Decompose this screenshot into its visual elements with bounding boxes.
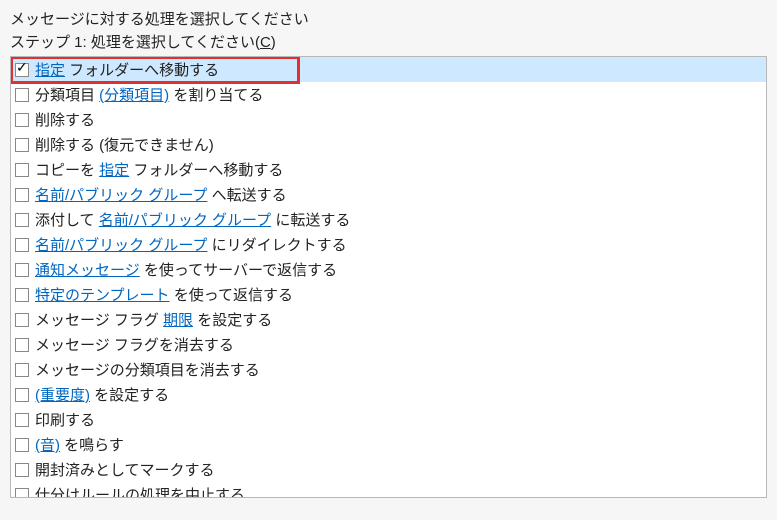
action-row[interactable]: 特定のテンプレート を使って返信する	[11, 282, 766, 307]
action-link-part[interactable]: 指定	[99, 162, 129, 179]
action-row[interactable]: メッセージの分類項目を消去する	[11, 357, 766, 382]
action-checkbox[interactable]	[15, 463, 29, 477]
action-label: 印刷する	[35, 409, 95, 430]
action-text-part: フォルダーへ移動する	[129, 162, 283, 179]
action-text-part: を使って返信する	[170, 287, 293, 304]
action-text-part: 分類項目	[35, 87, 99, 104]
step-prefix: ステップ 1: 処理を選択してください(	[10, 34, 260, 51]
action-checkbox[interactable]	[15, 163, 29, 177]
action-text-part: を鳴らす	[60, 437, 124, 454]
action-link-part[interactable]: (音)	[35, 437, 60, 454]
action-row[interactable]: 削除する (復元できません)	[11, 132, 766, 157]
action-checkbox[interactable]	[15, 213, 29, 227]
action-text-part: 開封済みとしてマークする	[35, 462, 215, 479]
action-link-part[interactable]: 名前/パブリック グループ	[35, 187, 207, 204]
action-row[interactable]: 指定 フォルダーへ移動する	[11, 57, 766, 82]
action-label: コピーを 指定 フォルダーへ移動する	[35, 159, 283, 180]
action-checkbox[interactable]	[15, 313, 29, 327]
step-accelerator: C	[260, 34, 271, 51]
action-checkbox[interactable]	[15, 438, 29, 452]
action-label: 添付して 名前/パブリック グループ に転送する	[35, 209, 350, 230]
step-suffix: )	[271, 34, 276, 51]
action-label: (音) を鳴らす	[35, 434, 124, 455]
action-text-part: を設定する	[193, 312, 272, 329]
action-link-part[interactable]: (分類項目)	[99, 87, 169, 104]
action-row[interactable]: 開封済みとしてマークする	[11, 457, 766, 482]
action-listbox[interactable]: 指定 フォルダーへ移動する分類項目 (分類項目) を割り当てる削除する削除する …	[10, 56, 767, 498]
action-row[interactable]: (重要度) を設定する	[11, 382, 766, 407]
action-label: メッセージ フラグを消去する	[35, 334, 234, 355]
action-text-part: に転送する	[271, 212, 350, 229]
action-text-part: 削除する	[35, 112, 95, 129]
action-row[interactable]: 削除する	[11, 107, 766, 132]
action-text-part: を割り当てる	[169, 87, 263, 104]
action-text-part: 印刷する	[35, 412, 95, 429]
action-label: 削除する	[35, 109, 95, 130]
action-label: 名前/パブリック グループ にリダイレクトする	[35, 234, 347, 255]
action-row[interactable]: メッセージ フラグを消去する	[11, 332, 766, 357]
action-row[interactable]: 分類項目 (分類項目) を割り当てる	[11, 82, 766, 107]
action-link-part[interactable]: 指定	[35, 62, 65, 79]
action-label: メッセージの分類項目を消去する	[35, 359, 260, 380]
action-checkbox[interactable]	[15, 63, 29, 77]
action-text-part: 削除する (復元できません)	[35, 137, 214, 154]
action-checkbox[interactable]	[15, 363, 29, 377]
action-label: 指定 フォルダーへ移動する	[35, 59, 219, 80]
action-text-part: コピーを	[35, 162, 99, 179]
action-row[interactable]: 通知メッセージ を使ってサーバーで返信する	[11, 257, 766, 282]
action-checkbox[interactable]	[15, 263, 29, 277]
action-label: メッセージ フラグ 期限 を設定する	[35, 309, 272, 330]
action-row[interactable]: 名前/パブリック グループ へ転送する	[11, 182, 766, 207]
action-text-part: メッセージ フラグを消去する	[35, 337, 234, 354]
action-link-part[interactable]: 通知メッセージ	[35, 262, 140, 279]
action-checkbox[interactable]	[15, 188, 29, 202]
action-row[interactable]: 仕分けルールの処理を中止する	[11, 482, 766, 498]
action-checkbox[interactable]	[15, 138, 29, 152]
action-label: (重要度) を設定する	[35, 384, 169, 405]
action-label: 開封済みとしてマークする	[35, 459, 215, 480]
action-label: 通知メッセージ を使ってサーバーで返信する	[35, 259, 337, 280]
action-row[interactable]: 添付して 名前/パブリック グループ に転送する	[11, 207, 766, 232]
action-checkbox[interactable]	[15, 288, 29, 302]
action-checkbox[interactable]	[15, 413, 29, 427]
action-row[interactable]: コピーを 指定 フォルダーへ移動する	[11, 157, 766, 182]
action-text-part: 仕分けルールの処理を中止する	[35, 487, 245, 498]
action-label: 削除する (復元できません)	[35, 134, 214, 155]
action-text-part: 添付して	[35, 212, 99, 229]
action-text-part: にリダイレクトする	[207, 237, 346, 254]
action-text-part: へ転送する	[207, 187, 286, 204]
action-checkbox[interactable]	[15, 88, 29, 102]
action-checkbox[interactable]	[15, 338, 29, 352]
action-text-part: メッセージ フラグ	[35, 312, 163, 329]
action-link-part[interactable]: (重要度)	[35, 387, 90, 404]
action-label: 特定のテンプレート を使って返信する	[35, 284, 293, 305]
action-checkbox[interactable]	[15, 113, 29, 127]
instruction-text: メッセージに対する処理を選択してください	[0, 0, 777, 31]
action-row[interactable]: 印刷する	[11, 407, 766, 432]
action-checkbox[interactable]	[15, 388, 29, 402]
action-checkbox[interactable]	[15, 238, 29, 252]
action-label: 名前/パブリック グループ へ転送する	[35, 184, 287, 205]
action-link-part[interactable]: 名前/パブリック グループ	[35, 237, 207, 254]
action-text-part: メッセージの分類項目を消去する	[35, 362, 260, 379]
action-label: 分類項目 (分類項目) を割り当てる	[35, 84, 263, 105]
action-text-part: を使ってサーバーで返信する	[140, 262, 337, 279]
action-text-part: フォルダーへ移動する	[65, 62, 219, 79]
action-row[interactable]: メッセージ フラグ 期限 を設定する	[11, 307, 766, 332]
action-label: 仕分けルールの処理を中止する	[35, 484, 245, 498]
action-link-part[interactable]: 名前/パブリック グループ	[99, 212, 271, 229]
action-checkbox[interactable]	[15, 488, 29, 499]
action-row[interactable]: (音) を鳴らす	[11, 432, 766, 457]
step-label: ステップ 1: 処理を選択してください(C)	[0, 31, 777, 56]
action-text-part: を設定する	[90, 387, 169, 404]
action-link-part[interactable]: 期限	[163, 312, 193, 329]
action-row[interactable]: 名前/パブリック グループ にリダイレクトする	[11, 232, 766, 257]
action-link-part[interactable]: 特定のテンプレート	[35, 287, 170, 304]
